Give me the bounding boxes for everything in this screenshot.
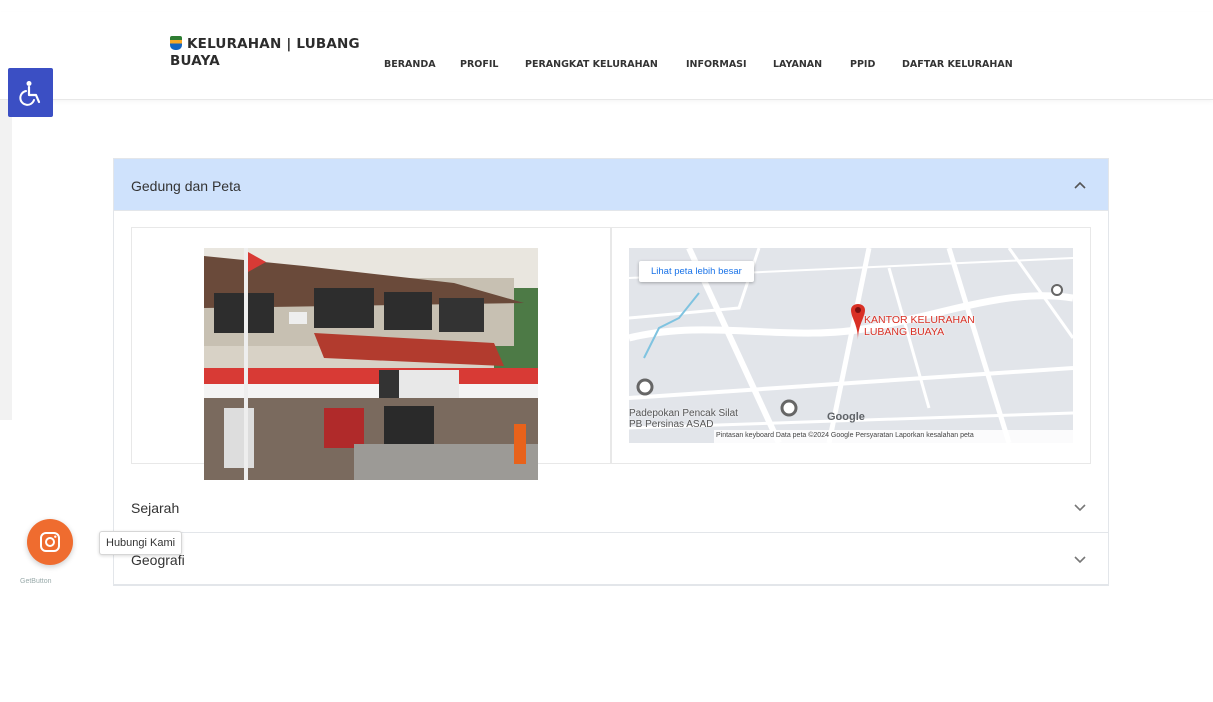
brand-line1: KELURAHAN | LUBANG <box>187 36 360 52</box>
menu-item-beranda[interactable]: BERANDA <box>384 59 436 70</box>
chevron-down-icon <box>1074 556 1086 564</box>
nearby-place-label: Padepokan Pencak Silat PB Persinas ASAD <box>629 408 738 430</box>
accordion-header-sejarah[interactable]: Sejarah <box>114 481 1108 533</box>
menu-item-perangkat-kelurahan[interactable]: PERANGKAT KELURAHAN <box>525 59 658 70</box>
accordion-header-geografi[interactable]: Geografi <box>114 533 1108 585</box>
google-logo: Google <box>827 411 865 423</box>
jakarta-logo-icon <box>170 36 182 50</box>
building-illustration <box>204 248 538 480</box>
instagram-contact-button[interactable] <box>27 519 73 565</box>
menu-item-ppid[interactable]: PPID <box>850 59 875 70</box>
instagram-icon <box>40 532 60 552</box>
accordion-header-gedung-dan-peta[interactable]: Gedung dan Peta <box>114 159 1108 211</box>
building-photo-panel <box>131 227 611 480</box>
map-attribution[interactable]: Pintasan keyboard Data peta ©2024 Google… <box>714 430 1073 443</box>
google-map[interactable]: Lihat peta lebih besar KANTOR KELURAHAN … <box>629 248 1073 443</box>
menu-item-layanan[interactable]: LAYANAN <box>773 59 822 70</box>
menu-item-informasi[interactable]: INFORMASI <box>686 59 747 70</box>
chevron-down-icon <box>1074 504 1086 512</box>
wheelchair-icon <box>18 80 40 106</box>
accordion-body-gedung-dan-peta: Lihat peta lebih besar KANTOR KELURAHAN … <box>114 211 1108 481</box>
menu-item-profil[interactable]: PROFIL <box>460 59 498 70</box>
site-brand[interactable]: KELURAHAN | LUBANG BUAYA <box>170 36 370 70</box>
building-photo <box>204 248 538 480</box>
page: KELURAHAN | LUBANG BUAYA BERANDA PROFIL … <box>0 0 1213 702</box>
profile-accordion: Gedung dan Peta Lihat peta lebih besar K… <box>113 158 1109 586</box>
widget-brand: GetButton <box>20 578 52 585</box>
accessibility-button[interactable] <box>8 68 53 117</box>
larger-map-link[interactable]: Lihat peta lebih besar <box>639 261 754 282</box>
map-place-label: KANTOR KELURAHAN LUBANG BUAYA <box>864 314 975 338</box>
accordion-title: Sejarah <box>131 500 180 516</box>
map-panel: Lihat peta lebih besar KANTOR KELURAHAN … <box>611 227 1091 464</box>
menu-item-daftar-kelurahan[interactable]: DAFTAR KELURAHAN <box>902 59 1013 70</box>
brand-line2: BUAYA <box>170 53 220 69</box>
chevron-up-icon <box>1074 181 1086 189</box>
accordion-title: Gedung dan Peta <box>131 178 241 194</box>
left-edge <box>0 100 12 420</box>
navbar: KELURAHAN | LUBANG BUAYA BERANDA PROFIL … <box>0 12 1213 100</box>
contact-tooltip[interactable]: Hubungi Kami <box>99 531 183 555</box>
